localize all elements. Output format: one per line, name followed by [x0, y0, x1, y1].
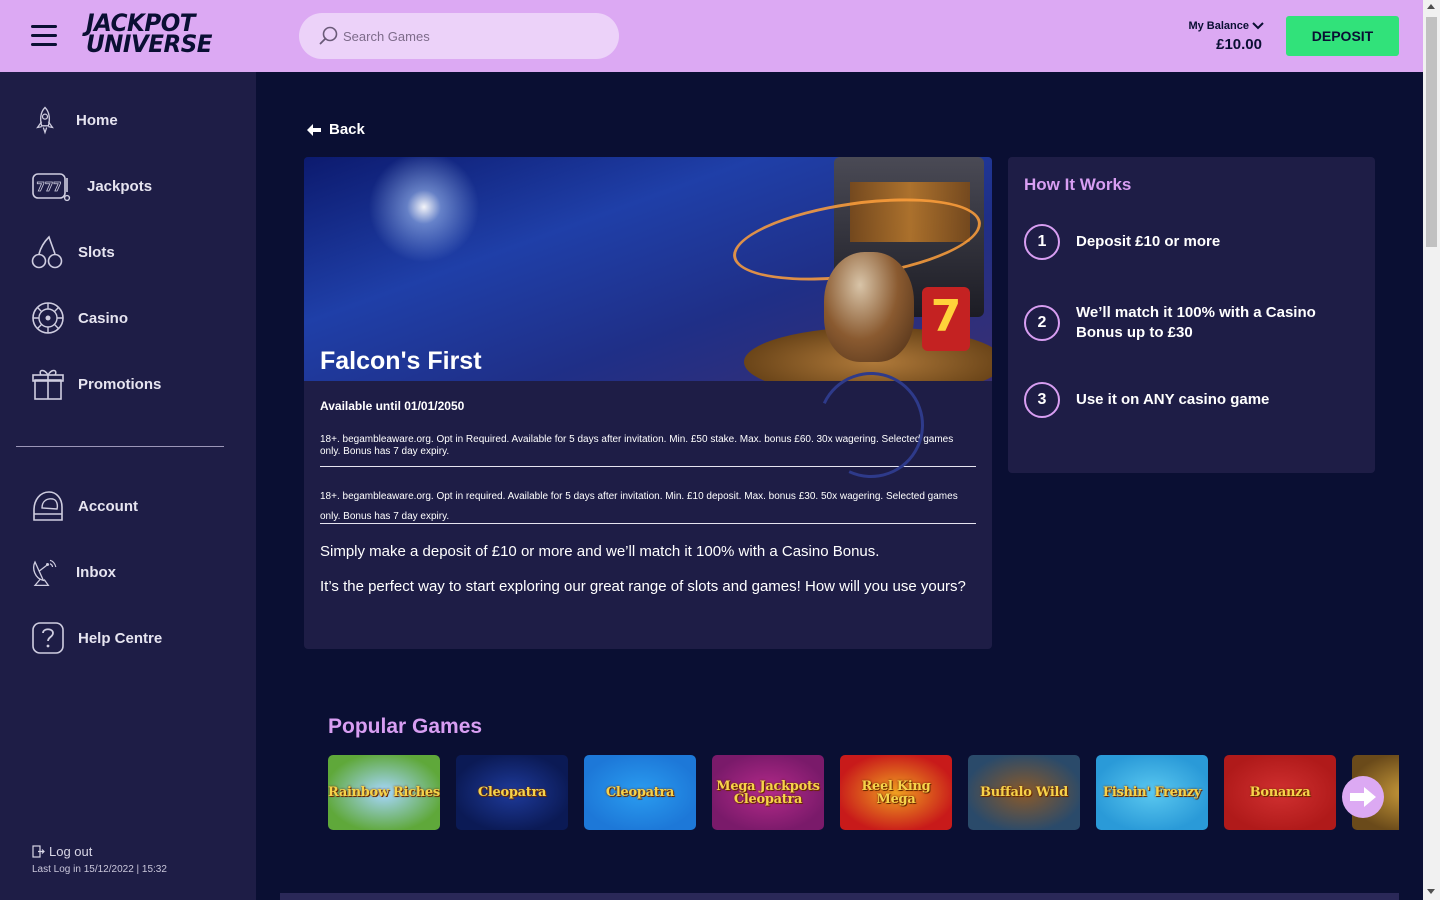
- how-it-works-card: How It Works 1 Deposit £10 or more 2 We’…: [1008, 157, 1375, 473]
- menu-icon[interactable]: [31, 25, 57, 47]
- sidebar-item-label: Slots: [78, 243, 115, 261]
- popular-games-carousel: Rainbow Riches Cleopatra Cleopatra Mega Jac…: [328, 755, 1399, 830]
- promotion-availability: Available until 01/01/2050: [320, 399, 465, 413]
- sidebar-item-label: Inbox: [76, 563, 116, 581]
- game-tile[interactable]: Cleopatra: [456, 755, 568, 830]
- how-step: 2 We’ll match it 100% with a Casino Bonu…: [1024, 303, 1336, 343]
- game-tile[interactable]: Cleopatra: [584, 755, 696, 830]
- banner-seven-symbol: 7: [922, 287, 970, 351]
- promotion-description-1: Simply make a deposit of £10 or more and…: [320, 543, 880, 560]
- arrow-left-icon: [307, 123, 321, 136]
- sidebar-item-inbox[interactable]: Inbox: [30, 552, 116, 592]
- sidebar-item-home[interactable]: Home: [30, 100, 118, 140]
- satellite-dish-icon: [33, 559, 57, 586]
- last-login-text: Last Log in 15/12/2022 | 15:32: [32, 864, 167, 875]
- logout-icon: [32, 845, 45, 858]
- game-tile[interactable]: Fishin' Frenzy: [1096, 755, 1208, 830]
- balance-widget[interactable]: My Balance £10.00: [1170, 16, 1264, 53]
- sidebar-item-label: Jackpots: [87, 177, 153, 195]
- banner-falcon: [824, 252, 914, 362]
- sidebar-item-slots[interactable]: Slots: [30, 232, 115, 272]
- search-icon: [319, 26, 338, 45]
- game-title: Mega Jackpots Cleopatra: [716, 778, 820, 807]
- step-text: Use it on ANY casino game: [1076, 391, 1270, 408]
- search-input[interactable]: [343, 26, 593, 46]
- search-bar[interactable]: [299, 13, 619, 59]
- top-header: JACKPOT UNIVERSE My Balance £10.00 DEPOS…: [0, 0, 1423, 72]
- promotion-terms-2: 18+. begambleaware.org. Opt in required.…: [320, 491, 958, 522]
- sidebar-item-help-centre[interactable]: Help Centre: [30, 618, 162, 658]
- step-number: 2: [1024, 305, 1060, 341]
- sidebar-item-label: Promotions: [78, 375, 162, 393]
- rocket-icon: [36, 106, 54, 135]
- game-title: Cleopatra: [605, 785, 675, 800]
- game-tile[interactable]: Mega Jackpots Cleopatra: [712, 755, 824, 830]
- promotion-description-2: It’s the perfect way to start exploring …: [320, 578, 966, 595]
- how-step: 3 Use it on ANY casino game: [1024, 382, 1336, 418]
- logo-line-2: UNIVERSE: [86, 30, 212, 59]
- promotion-title: Falcon's First: [320, 347, 482, 375]
- game-tile[interactable]: Buffalo Wild: [968, 755, 1080, 830]
- step-number: 3: [1024, 382, 1060, 418]
- promotion-card: 7 Falcon's First Available until 01/01/2…: [304, 157, 992, 649]
- sidebar-item-jackpots[interactable]: 777 Jackpots: [30, 166, 152, 206]
- arrow-right-icon: [1350, 787, 1376, 807]
- step-text: Deposit £10 or more: [1076, 233, 1221, 250]
- sidebar-item-label: Home: [76, 111, 118, 129]
- game-tile[interactable]: Bonanza: [1224, 755, 1336, 830]
- sidebar-item-label: Help Centre: [78, 629, 163, 647]
- logout-link[interactable]: Log out: [32, 844, 92, 859]
- game-title: Buffalo Wild: [980, 785, 1068, 800]
- gift-icon: [32, 369, 64, 400]
- sidebar-item-casino[interactable]: Casino: [30, 298, 128, 338]
- sidebar-item-account[interactable]: Account: [30, 486, 138, 526]
- step-number: 1: [1024, 224, 1060, 260]
- brand-logo[interactable]: JACKPOT UNIVERSE: [86, 11, 238, 59]
- game-tile[interactable]: Reel King Mega: [840, 755, 952, 830]
- game-title: Rainbow Riches: [328, 785, 440, 800]
- question-icon: [32, 622, 64, 654]
- how-it-works-title: How It Works: [1024, 175, 1132, 194]
- how-step: 1 Deposit £10 or more: [1024, 224, 1336, 260]
- logout-label: Log out: [49, 844, 93, 859]
- game-title: Cleopatra: [477, 785, 547, 800]
- balance-label: My Balance: [1188, 20, 1249, 32]
- back-button[interactable]: Back: [307, 121, 365, 138]
- sidebar-item-promotions[interactable]: Promotions: [30, 364, 161, 404]
- sidebar-item-label: Casino: [78, 309, 129, 327]
- balance-label-row[interactable]: My Balance: [1188, 20, 1264, 32]
- step-text: We’ll match it 100% with a Casino Bonus …: [1076, 304, 1316, 341]
- scroll-down-icon[interactable]: [1427, 889, 1435, 894]
- popular-games-title: Popular Games: [328, 715, 483, 738]
- game-tile[interactable]: Rainbow Riches: [328, 755, 440, 830]
- sidebar-divider: [16, 446, 224, 447]
- astronaut-helmet-icon: [33, 491, 63, 521]
- slot-machine-icon: 777: [32, 173, 71, 202]
- roulette-icon: [32, 302, 64, 334]
- back-label: Back: [329, 121, 365, 138]
- deposit-button[interactable]: DEPOSIT: [1286, 16, 1399, 56]
- game-title: Bonanza: [1249, 785, 1311, 800]
- page-scrollbar[interactable]: [1423, 0, 1440, 900]
- footer-edge: [280, 893, 1399, 900]
- balance-value: £10.00: [1216, 36, 1262, 53]
- sidebar: Home 777 Jackpots Slots Casino Promotion…: [0, 72, 256, 900]
- svg-text:777: 777: [36, 180, 61, 194]
- sidebar-item-label: Account: [78, 497, 138, 515]
- chevron-down-icon: [1252, 22, 1264, 30]
- scroll-up-icon[interactable]: [1427, 4, 1435, 9]
- game-title: Reel King Mega: [861, 778, 931, 807]
- cherries-icon: [31, 235, 63, 269]
- carousel-next-button[interactable]: [1342, 776, 1384, 818]
- banner-light-glow: [364, 157, 484, 267]
- scrollbar-thumb[interactable]: [1426, 17, 1437, 247]
- terms-divider-2: [320, 523, 976, 524]
- game-title: Fishin' Frenzy: [1102, 785, 1202, 800]
